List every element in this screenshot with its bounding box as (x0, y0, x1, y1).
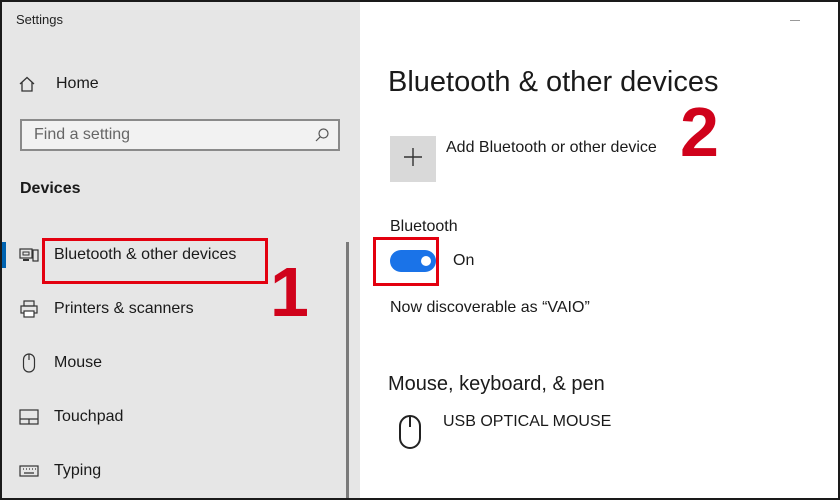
home-label: Home (56, 75, 99, 92)
discoverable-text: Now discoverable as “VAIO” (390, 299, 590, 316)
minimize-button[interactable] (790, 20, 800, 21)
sidebar-item-touchpad[interactable]: Touchpad (2, 397, 360, 437)
page-title: Bluetooth & other devices (388, 66, 719, 98)
mouse-keyboard-pen-heading: Mouse, keyboard, & pen (388, 373, 605, 395)
sidebar-item-label: Touchpad (54, 408, 124, 425)
add-device-label[interactable]: Add Bluetooth or other device (446, 139, 657, 157)
home-icon (18, 73, 40, 95)
step-2-marker: 2 (680, 93, 719, 171)
bluetooth-label: Bluetooth (390, 218, 458, 235)
keyboard-icon (18, 460, 40, 482)
window-title: Settings (16, 12, 63, 27)
search-box[interactable] (20, 119, 340, 151)
settings-window: Settings Home Devices Bluetooth & other … (0, 0, 840, 500)
bluetooth-devices-icon (18, 244, 40, 266)
highlight-box-step-1 (42, 238, 268, 284)
step-1-marker: 1 (270, 253, 309, 331)
plus-icon (403, 147, 423, 172)
device-usb-optical-mouse[interactable]: USB OPTICAL MOUSE (443, 413, 611, 431)
sidebar-scrollbar[interactable] (346, 242, 349, 498)
mouse-icon (18, 352, 40, 374)
toggle-state-label: On (453, 252, 475, 269)
home-nav-item[interactable]: Home (18, 72, 99, 96)
sidebar-item-label: Printers & scanners (54, 300, 194, 317)
add-device-button[interactable] (390, 136, 436, 182)
sidebar-item-label: Typing (54, 462, 102, 479)
mouse-icon (398, 414, 422, 450)
sidebar-item-mouse[interactable]: Mouse (2, 343, 360, 383)
printer-icon (18, 298, 40, 320)
sidebar-item-label: Mouse (54, 354, 103, 371)
search-icon[interactable] (314, 127, 330, 143)
highlight-box-toggle (373, 237, 439, 286)
search-input[interactable] (22, 121, 314, 149)
sidebar-item-typing[interactable]: Typing (2, 451, 360, 491)
touchpad-icon (18, 406, 40, 428)
devices-group-heading: Devices (20, 180, 81, 197)
